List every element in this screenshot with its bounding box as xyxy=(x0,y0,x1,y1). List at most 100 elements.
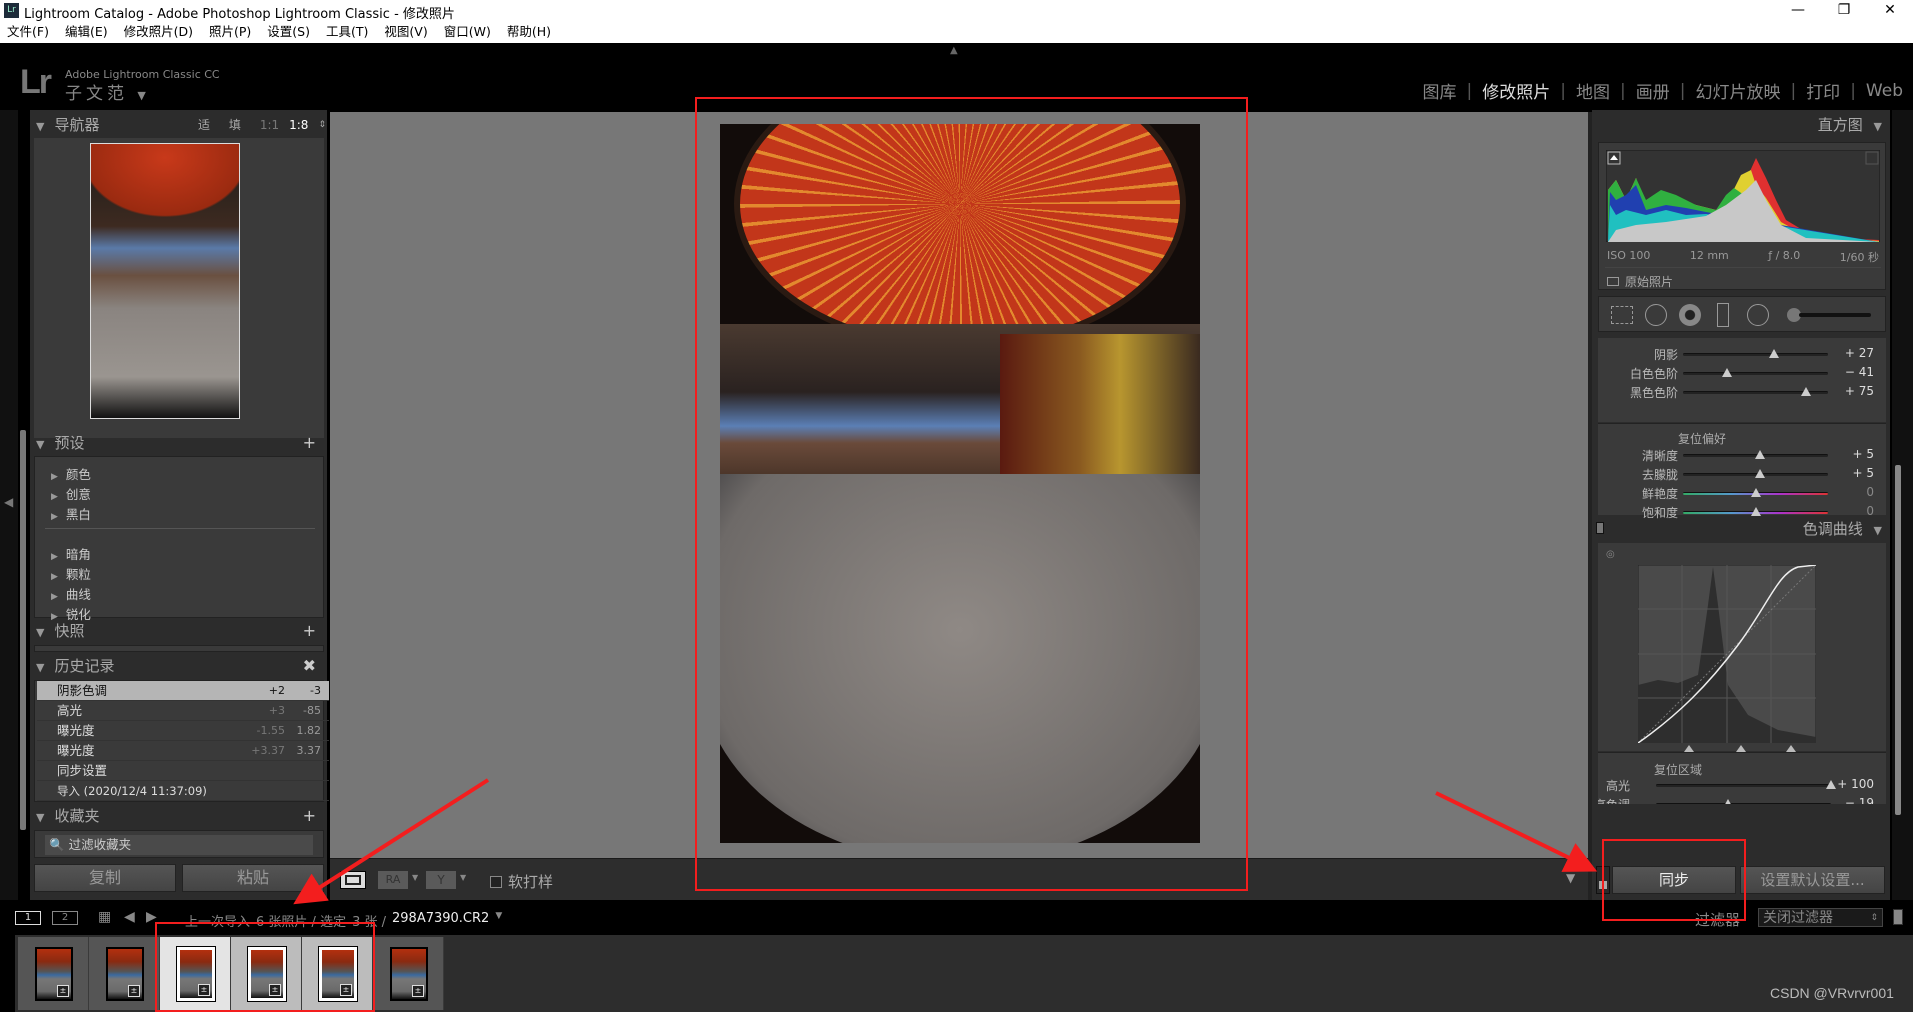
filmstrip-thumbnail[interactable]: ± xyxy=(18,937,89,1010)
slider-thumb[interactable] xyxy=(1801,387,1812,396)
window-2-button[interactable]: 2 xyxy=(52,911,78,925)
preset-folder[interactable]: ▶ 曲线 xyxy=(51,584,91,603)
slider-value[interactable]: 0 xyxy=(1834,485,1874,499)
dropdown-icon[interactable]: ▼ xyxy=(412,873,418,882)
slider-value[interactable]: − 41 xyxy=(1834,365,1874,379)
preset-folder[interactable]: ▶ 黑白 xyxy=(51,504,91,523)
checkbox[interactable] xyxy=(490,875,502,888)
before-after-split-button[interactable]: Y xyxy=(426,871,456,889)
module-print[interactable]: 打印 xyxy=(1806,78,1840,103)
slider-track[interactable] xyxy=(1683,368,1828,377)
menu-settings[interactable]: 设置(S) xyxy=(267,22,310,43)
slider-value[interactable]: + 75 xyxy=(1834,384,1874,398)
menu-edit[interactable]: 编辑(E) xyxy=(65,22,108,43)
slider-track[interactable] xyxy=(1683,450,1828,459)
brush-slider[interactable] xyxy=(1799,313,1871,317)
history-row[interactable]: 曝光度 -1.55 1.82 xyxy=(37,721,329,741)
presets-header[interactable]: ▼ 预设 + xyxy=(36,430,326,456)
menu-file[interactable]: 文件(F) xyxy=(7,22,49,43)
preset-folder[interactable]: ▶ 颜色 xyxy=(51,464,91,483)
slider-thumb[interactable] xyxy=(1722,799,1733,804)
history-row[interactable]: 高光 +3 -85 xyxy=(37,701,329,721)
slider-track[interactable] xyxy=(1656,780,1836,789)
reset-defaults-button[interactable]: 设置默认设置... xyxy=(1740,866,1885,894)
module-library[interactable]: 图库 xyxy=(1423,78,1457,103)
clear-history-icon[interactable]: ✖ xyxy=(303,653,316,679)
slider-value[interactable]: + 100 xyxy=(1834,777,1874,791)
history-header[interactable]: ▼ 历史记录 ✖ xyxy=(36,653,326,679)
histogram-chart[interactable] xyxy=(1606,150,1880,242)
spot-removal-icon[interactable] xyxy=(1645,304,1667,326)
collections-header[interactable]: ▼ 收藏夹 + xyxy=(36,803,326,829)
slider-track[interactable] xyxy=(1683,488,1828,497)
collections-filter-input[interactable]: 🔍 过滤收藏夹 xyxy=(45,835,313,855)
crop-tool-icon[interactable] xyxy=(1611,306,1633,324)
red-eye-icon[interactable] xyxy=(1679,304,1701,326)
menu-photo[interactable]: 照片(P) xyxy=(209,22,251,43)
navigator-preview[interactable] xyxy=(34,138,324,438)
add-collection-icon[interactable]: + xyxy=(303,803,316,829)
navigator-header[interactable]: ▼导航器 适合 填满 1:1 1:8 ⇕ xyxy=(36,112,326,158)
tone-curve-header[interactable]: 色调曲线 ▼ xyxy=(1803,516,1882,542)
slider-value[interactable]: + 27 xyxy=(1834,346,1874,360)
right-scrollbar[interactable] xyxy=(1895,465,1901,815)
split-handle[interactable] xyxy=(1786,745,1796,752)
grid-icon[interactable]: ▦ xyxy=(98,909,111,925)
menu-help[interactable]: 帮助(H) xyxy=(507,22,551,43)
minimize-button[interactable]: — xyxy=(1775,0,1821,22)
soft-proof-toggle[interactable]: 软打样 xyxy=(490,871,553,892)
slider-thumb[interactable] xyxy=(1750,507,1761,516)
toolbar-menu-icon[interactable]: ▼ xyxy=(1566,871,1575,885)
window-1-button[interactable]: 1 xyxy=(15,911,41,925)
presence-title[interactable]: 复位偏好 xyxy=(1678,430,1726,447)
history-row[interactable]: 导入 (2020/12/4 11:37:09) xyxy=(37,781,329,801)
collapse-top-icon[interactable]: ▲ xyxy=(950,45,958,56)
history-row[interactable]: 曝光度 +3.37 3.37 xyxy=(37,741,329,761)
back-arrow-icon[interactable]: ◀ xyxy=(124,909,135,925)
graduated-filter-icon[interactable] xyxy=(1717,303,1729,327)
menu-window[interactable]: 窗口(W) xyxy=(444,22,491,43)
expand-left-icon[interactable]: ◀ xyxy=(4,495,13,509)
maximize-button[interactable]: ❐ xyxy=(1821,0,1867,22)
slider-track[interactable] xyxy=(1683,469,1828,478)
filter-select[interactable]: 关闭过滤器 ⇕ xyxy=(1758,908,1883,927)
menu-tools[interactable]: 工具(T) xyxy=(326,22,368,43)
checkbox[interactable] xyxy=(1607,277,1619,286)
add-preset-icon[interactable]: + xyxy=(303,430,316,456)
tone-curve-chart[interactable] xyxy=(1638,565,1816,743)
close-button[interactable]: ✕ xyxy=(1867,0,1913,22)
history-row[interactable]: 阴影色调 +2 -3 xyxy=(37,681,329,701)
user-name[interactable]: 子文范 ▼ xyxy=(65,79,150,104)
histogram-header[interactable]: 直方图 ▼ xyxy=(1818,112,1882,138)
slider-track[interactable] xyxy=(1683,349,1828,358)
slider-thumb[interactable] xyxy=(1769,349,1780,358)
dropdown-icon[interactable]: ▼ xyxy=(460,873,466,882)
filmstrip-thumbnail[interactable]: ± xyxy=(89,937,160,1010)
snapshots-header[interactable]: ▼ 快照 + xyxy=(36,618,326,644)
slider-value[interactable]: + 5 xyxy=(1834,466,1874,480)
module-map[interactable]: 地图 xyxy=(1576,78,1610,103)
filmstrip-thumbnail[interactable]: ± xyxy=(373,937,444,1010)
original-photo-toggle[interactable]: 原始照片 xyxy=(1607,273,1673,290)
slider-track[interactable] xyxy=(1656,799,1831,804)
split-handle[interactable] xyxy=(1684,745,1694,752)
slider-thumb[interactable] xyxy=(1750,488,1761,497)
navigator-thumbnail[interactable] xyxy=(90,143,240,419)
slider-thumb[interactable] xyxy=(1721,368,1732,377)
preset-folder[interactable]: ▶ 暗角 xyxy=(51,544,91,563)
split-handle[interactable] xyxy=(1736,745,1746,752)
slider-thumb[interactable] xyxy=(1754,469,1765,478)
slider-value[interactable]: − 19 xyxy=(1834,796,1874,804)
add-snapshot-icon[interactable]: + xyxy=(303,618,316,644)
copy-button[interactable]: 复制 xyxy=(34,864,176,892)
before-after-button[interactable]: RA xyxy=(378,871,408,889)
radial-filter-icon[interactable] xyxy=(1747,304,1769,326)
menu-view[interactable]: 视图(V) xyxy=(384,22,427,43)
preset-folder[interactable]: ▶ 创意 xyxy=(51,484,91,503)
slider-thumb[interactable] xyxy=(1754,450,1765,459)
panel-toggle-switch[interactable] xyxy=(1596,522,1604,534)
slider-track[interactable] xyxy=(1683,507,1828,516)
filmstrip-toggle[interactable] xyxy=(1893,909,1903,925)
loupe-view-button[interactable] xyxy=(340,871,366,889)
module-web[interactable]: Web xyxy=(1866,81,1903,101)
